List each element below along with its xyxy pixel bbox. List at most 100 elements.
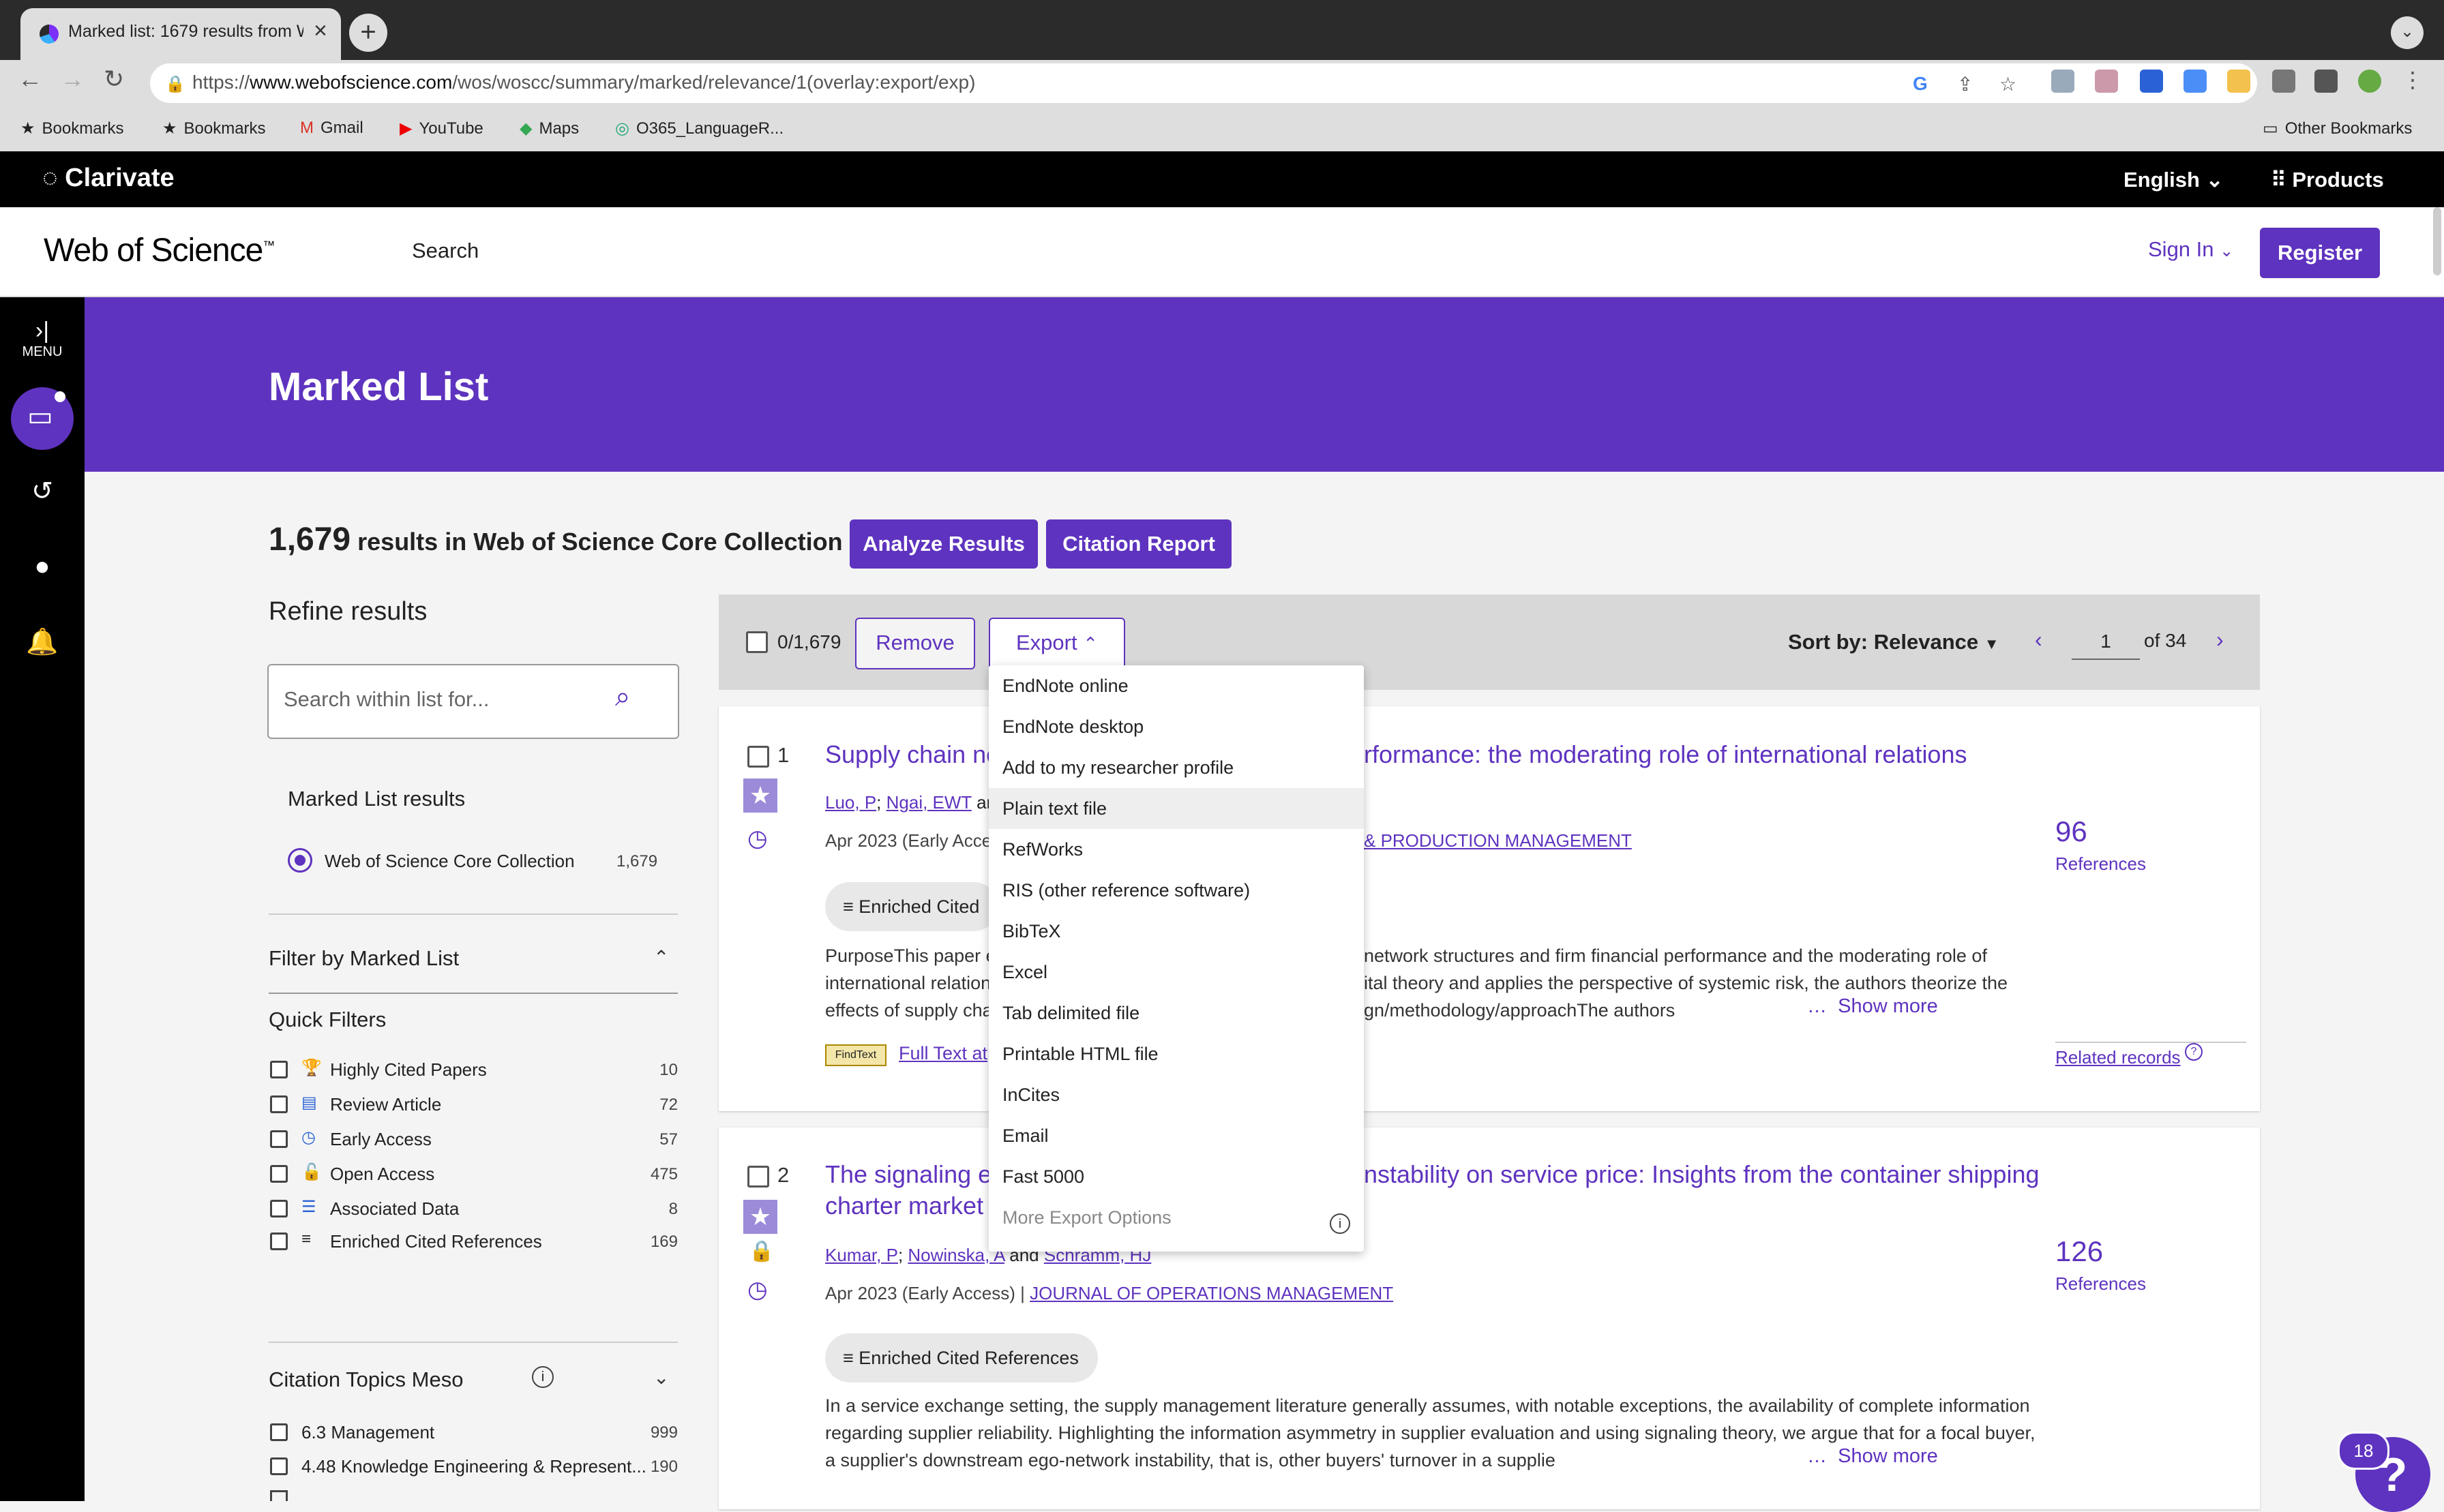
tab-search-chevron-icon[interactable]: ⌄: [2391, 16, 2424, 49]
back-arrow-icon[interactable]: ←: [18, 65, 42, 93]
sort-selector[interactable]: Sort by: Relevance ▼: [1788, 630, 1999, 654]
export-bibtex[interactable]: BibTeX: [989, 911, 1364, 952]
references-label[interactable]: References: [2055, 853, 2146, 875]
export-endnote-desktop[interactable]: EndNote desktop: [989, 706, 1364, 747]
extension-icon[interactable]: [2184, 70, 2207, 93]
browser-tab[interactable]: Marked list: 1679 results from W ×: [20, 8, 341, 60]
quick-filter-open-access[interactable]: 🔓 Open Access 475: [269, 1162, 678, 1190]
folder-icon[interactable]: [2227, 70, 2250, 93]
full-text-link[interactable]: Full Text at: [899, 1043, 987, 1064]
record-title-tail[interactable]: rformance: the moderating role of intern…: [1364, 739, 1967, 770]
export-endnote-online[interactable]: EndNote online: [989, 665, 1364, 706]
help-icon[interactable]: ?: [2185, 1043, 2203, 1061]
checkbox[interactable]: [270, 1423, 288, 1441]
export-excel[interactable]: Excel: [989, 952, 1364, 993]
page-scrollbar[interactable]: [2433, 207, 2441, 275]
share-icon[interactable]: ⇪: [1957, 73, 1973, 95]
export-tab-delimited[interactable]: Tab delimited file: [989, 993, 1364, 1033]
extension-icon[interactable]: [2051, 70, 2074, 93]
kebab-menu-icon[interactable]: ⋮: [2402, 67, 2424, 93]
new-tab-plus-icon[interactable]: +: [349, 14, 387, 52]
language-selector[interactable]: English ⌄: [2123, 168, 2224, 192]
author-link[interactable]: Kumar, P: [825, 1245, 898, 1265]
analyze-results-button[interactable]: Analyze Results: [850, 519, 1038, 569]
references-label[interactable]: References: [2055, 1273, 2146, 1295]
citation-report-button[interactable]: Citation Report: [1046, 519, 1232, 569]
bookmark-item[interactable]: M Gmail: [300, 119, 363, 138]
citation-topic-item[interactable]: 6.3 Management 999: [269, 1421, 678, 1448]
export-researcher-profile[interactable]: Add to my researcher profile: [989, 747, 1364, 788]
products-menu[interactable]: ⠿ Products: [2271, 168, 2384, 192]
export-button[interactable]: Export ⌃: [989, 618, 1125, 669]
remove-button[interactable]: Remove: [855, 618, 975, 669]
quick-filter-associated-data[interactable]: ☰ Associated Data 8: [269, 1197, 678, 1224]
next-page-icon[interactable]: ›: [2216, 627, 2224, 652]
star-icon[interactable]: ★: [743, 1200, 777, 1234]
enriched-cited-button[interactable]: ≡ Enriched Cited: [825, 882, 999, 931]
quick-filter-highly-cited[interactable]: 🏆 Highly Cited Papers 10: [269, 1058, 678, 1085]
clarivate-logo[interactable]: ◌ Clarivate: [42, 164, 175, 193]
collection-radio[interactable]: [288, 848, 312, 873]
chevron-up-icon[interactable]: ⌃: [653, 946, 669, 969]
search-within-input[interactable]: Search within list for... ⌕: [267, 664, 679, 739]
bookmark-item[interactable]: ▶ YouTube: [400, 119, 483, 138]
google-icon[interactable]: G: [1913, 73, 1928, 95]
show-more-link[interactable]: … Show more: [1807, 995, 1938, 1018]
user-icon[interactable]: ●: [0, 552, 85, 581]
search-nav-link[interactable]: Search: [412, 239, 479, 263]
export-ris[interactable]: RIS (other reference software): [989, 870, 1364, 911]
extension-icon[interactable]: [2140, 70, 2163, 93]
export-more-options[interactable]: More Export Options: [989, 1197, 1364, 1238]
journal-link[interactable]: JOURNAL OF OPERATIONS MANAGEMENT: [1030, 1283, 1393, 1303]
references-count[interactable]: 126: [2055, 1235, 2103, 1268]
record-checkbox[interactable]: [747, 1166, 769, 1188]
reload-icon[interactable]: ↻: [104, 65, 124, 93]
citation-topic-item[interactable]: 4.48 Knowledge Engineering & Represent..…: [269, 1455, 678, 1482]
forward-arrow-icon[interactable]: →: [60, 65, 85, 93]
references-count[interactable]: 96: [2055, 815, 2087, 848]
author-link[interactable]: Luo, P: [825, 792, 876, 813]
profile-avatar-icon[interactable]: [2358, 70, 2381, 93]
export-email[interactable]: Email: [989, 1115, 1364, 1156]
bookmark-star-icon[interactable]: ☆: [1999, 73, 2016, 95]
menu-toggle[interactable]: ›| MENU: [0, 318, 85, 360]
wos-logo[interactable]: Web of Science™: [44, 232, 275, 269]
quick-filter-enriched-cited[interactable]: ≡ Enriched Cited References 169: [269, 1230, 678, 1257]
bookmark-item[interactable]: ★ Bookmarks: [162, 119, 266, 138]
marked-list-nav[interactable]: ▭: [11, 387, 74, 450]
sign-in-link[interactable]: Sign In ⌄: [2148, 237, 2233, 262]
register-button[interactable]: Register: [2260, 228, 2380, 278]
record-title-line2[interactable]: charter market: [825, 1190, 983, 1222]
tab-close-icon[interactable]: ×: [314, 18, 327, 44]
search-icon[interactable]: ⌕: [615, 682, 630, 712]
record-title[interactable]: Supply chain ne: [825, 739, 1000, 770]
citation-topics-title[interactable]: Citation Topics Meso: [269, 1367, 463, 1392]
checkbox[interactable]: [270, 1233, 288, 1250]
checkbox[interactable]: [270, 1165, 288, 1183]
record-title-tail[interactable]: nstability on service price: Insights fr…: [1364, 1159, 2040, 1190]
info-icon[interactable]: i: [532, 1366, 554, 1388]
related-records-link[interactable]: Related records: [2055, 1047, 2181, 1068]
export-refworks[interactable]: RefWorks: [989, 829, 1364, 870]
other-bookmarks[interactable]: ▭ Other Bookmarks: [2263, 119, 2412, 138]
page-number-input[interactable]: 1: [2072, 624, 2140, 660]
select-all-checkbox[interactable]: [746, 631, 768, 653]
previous-page-icon[interactable]: ‹: [2035, 627, 2042, 652]
checkbox[interactable]: [270, 1061, 288, 1078]
bookmark-item[interactable]: ◆ Maps: [520, 119, 579, 138]
bookmark-item[interactable]: ★ Bookmarks: [20, 119, 124, 138]
checkbox[interactable]: [270, 1490, 288, 1501]
info-icon[interactable]: i: [1330, 1213, 1350, 1234]
filter-by-marked-list-title[interactable]: Filter by Marked List: [269, 946, 459, 971]
puzzle-icon[interactable]: [2272, 70, 2295, 93]
checkbox[interactable]: [270, 1095, 288, 1113]
chevron-down-icon[interactable]: ⌄: [653, 1366, 669, 1389]
author-link[interactable]: Ngai, EWT: [886, 792, 972, 813]
record-title[interactable]: The signaling eff: [825, 1159, 1005, 1190]
quick-filter-review-article[interactable]: ▤ Review Article 72: [269, 1093, 678, 1120]
checkbox[interactable]: [270, 1200, 288, 1218]
checkbox[interactable]: [270, 1130, 288, 1148]
enriched-cited-button[interactable]: ≡ Enriched Cited References: [825, 1333, 1098, 1382]
history-icon[interactable]: ↺: [0, 476, 85, 506]
sidepanel-icon[interactable]: [2314, 70, 2338, 93]
